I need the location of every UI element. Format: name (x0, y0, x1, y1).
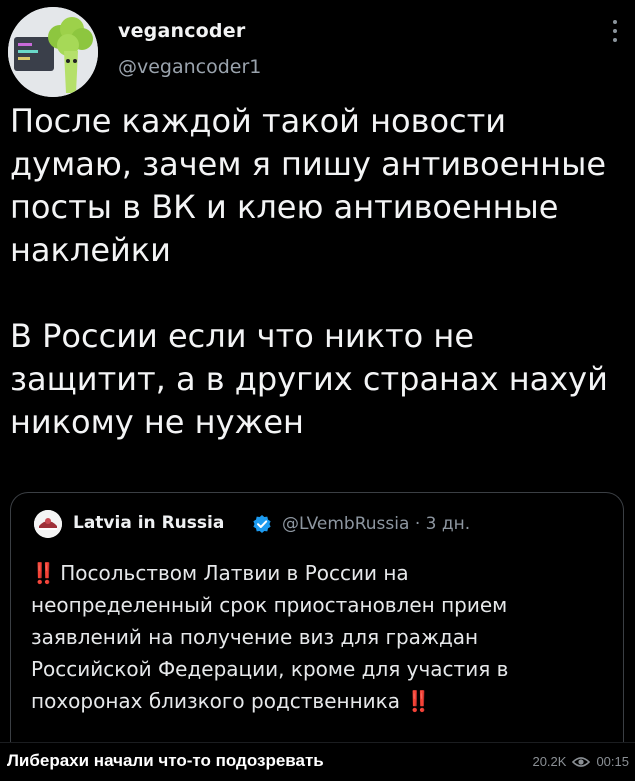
post-stats: 20.2K 00:15 (532, 754, 629, 769)
tweet-card: vegancoder @vegancoder1 После каждой так… (0, 0, 635, 743)
verified-badge-icon (253, 515, 271, 533)
eye-icon (572, 756, 591, 767)
more-vertical-icon[interactable] (611, 20, 619, 48)
quoted-meta: @LVembRussia · 3 дн. (282, 514, 470, 534)
double-exclamation-icon: ‼️ (406, 689, 431, 713)
broccoli-avatar-icon (8, 7, 98, 97)
author-handle[interactable]: @vegancoder1 (118, 56, 261, 78)
post-caption: Либерахи начали что-то подозревать (7, 751, 324, 770)
quoted-text: Посольством Латвии в России на неопредел… (31, 561, 509, 713)
meta-separator: · (414, 514, 421, 534)
post-footer: Либерахи начали что-то подозревать 20.2K… (0, 742, 635, 781)
quoted-text-block: ‼️ Посольством Латвии в России на неопре… (31, 557, 601, 717)
quoted-time: 3 дн. (425, 514, 471, 534)
double-exclamation-icon: ‼️ (31, 561, 56, 585)
author-avatar[interactable] (8, 7, 98, 97)
author-name[interactable]: vegancoder (118, 20, 245, 42)
quoted-tweet[interactable]: Latvia in Russia @LVembRussia · 3 дн. ‼️… (10, 492, 624, 743)
quoted-author-avatar (34, 510, 62, 538)
embassy-logo-icon (34, 510, 62, 538)
quoted-author-handle: @LVembRussia (282, 514, 410, 534)
post-time: 00:15 (596, 754, 629, 769)
view-count: 20.2K (532, 754, 567, 769)
tweet-text: После каждой такой новости думаю, зачем … (10, 102, 608, 441)
quoted-author-name: Latvia in Russia (73, 513, 225, 533)
